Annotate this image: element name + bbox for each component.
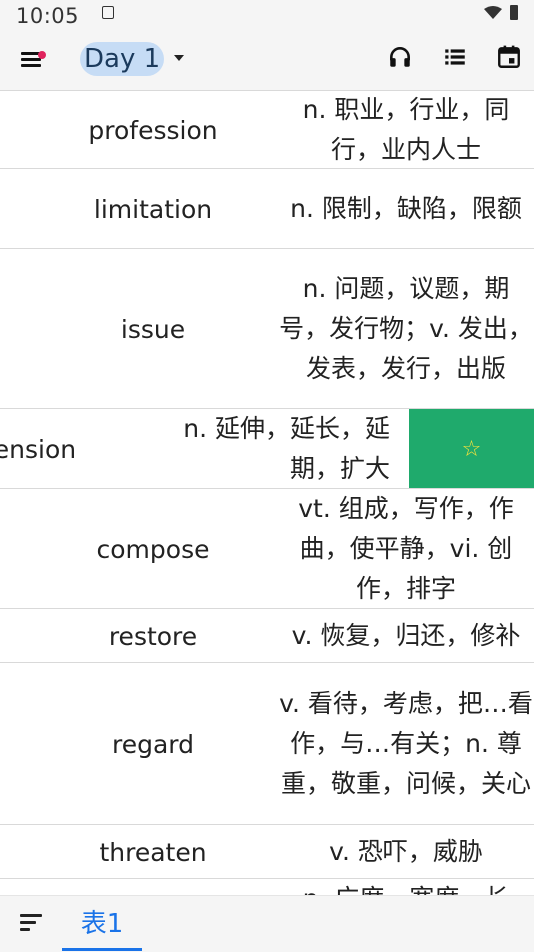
- word-cell: issue: [120, 314, 186, 344]
- definition-cell: vt. 组成，写作，作曲，使平静，vi. 创作，排字: [298, 494, 514, 603]
- calendar-icon[interactable]: [496, 44, 522, 70]
- notification-dot: [38, 51, 46, 59]
- word-cell: limitation: [93, 194, 213, 224]
- table-row[interactable]: issue n. 问题，议题，期号，发行物；v. 发出，发表，发行，出版: [0, 248, 534, 409]
- table-row[interactable]: compose vt. 组成，写作，作曲，使平静，vi. 创作，排字: [0, 488, 534, 609]
- wifi-icon: [484, 6, 502, 19]
- tab-sheet-1[interactable]: 表1: [62, 896, 142, 951]
- word-table: profession n. 职业，行业，同行，业内人士 limitation n…: [0, 90, 534, 895]
- table-row[interactable]: limitation n. 限制，缺陷，限额: [0, 168, 534, 249]
- battery-icon: [510, 5, 518, 20]
- definition-cell: n. 问题，议题，期号，发行物；v. 发出，发表，发行，出版: [279, 274, 533, 383]
- tab-label: 表1: [80, 909, 124, 939]
- definition-cell: n. 延伸，延长，延期，扩大: [183, 414, 390, 483]
- table-row[interactable]: n. 广度，宽度，长: [0, 878, 534, 895]
- word-cell: compose: [96, 534, 210, 564]
- definition-cell: n. 广度，宽度，长: [278, 879, 534, 895]
- word-cell: [0, 879, 306, 895]
- sort-icon[interactable]: [20, 914, 44, 934]
- list-view-icon[interactable]: [442, 44, 468, 70]
- menu-icon-line: [21, 58, 41, 61]
- table-row[interactable]: threaten v. 恐吓，威胁: [0, 824, 534, 879]
- table-row[interactable]: profession n. 职业，行业，同行，业内人士: [0, 90, 534, 169]
- table-row-swiped[interactable]: tension n. 延伸，延长，延期，扩大 ☆: [0, 408, 534, 489]
- word-cell: regard: [111, 729, 194, 759]
- word-cell: threaten: [99, 837, 207, 867]
- definition-cell: v. 看待，考虑，把…看作，与…有关；n. 尊重，敬重，问候，关心: [279, 689, 533, 798]
- menu-button[interactable]: [16, 42, 48, 74]
- sort-icon-line: [20, 914, 42, 917]
- status-bar: 10:05: [0, 0, 534, 30]
- table-row[interactable]: regard v. 看待，考虑，把…看作，与…有关；n. 尊重，敬重，问候，关心: [0, 662, 534, 825]
- sort-icon-line: [20, 921, 36, 924]
- table-row[interactable]: restore v. 恢复，归还，修补: [0, 608, 534, 663]
- definition-cell: v. 恐吓，威胁: [329, 837, 483, 866]
- sort-icon-line: [20, 928, 30, 931]
- status-time: 10:05: [16, 4, 80, 28]
- headphones-icon[interactable]: [387, 44, 413, 70]
- chevron-down-icon[interactable]: [170, 50, 190, 66]
- bottom-bar: 表1: [0, 895, 534, 951]
- star-icon[interactable]: ☆: [409, 409, 534, 489]
- word-cell: restore: [108, 621, 198, 651]
- word-cell: profession: [88, 115, 218, 145]
- notification-icon: [102, 6, 114, 19]
- definition-cell: v. 恢复，归还，修补: [291, 621, 521, 650]
- definition-cell: n. 职业，行业，同行，业内人士: [302, 95, 510, 164]
- menu-icon-line: [21, 64, 41, 67]
- day-selector[interactable]: Day 1: [80, 42, 165, 76]
- app-bar: Day 1: [0, 30, 534, 90]
- definition-cell: n. 限制，缺陷，限额: [290, 194, 522, 223]
- word-cell: tension: [0, 434, 77, 464]
